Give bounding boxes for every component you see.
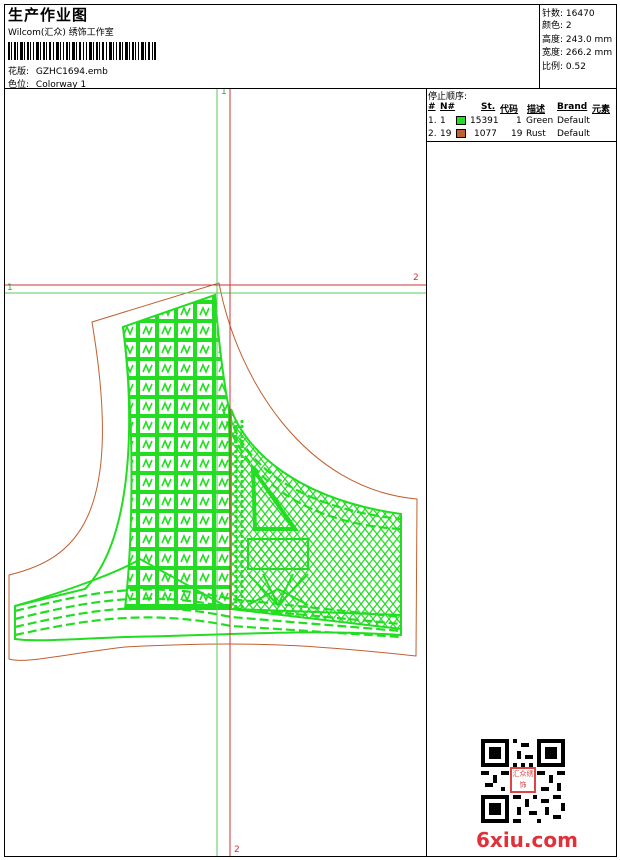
stat-scale-label: 比例: — [542, 62, 564, 72]
seal-stamp: 汇众绣饰 — [510, 767, 536, 793]
header-info: 生产作业图 Wilcom(汇众) 绣饰工作室 花版: GZHC1694.emb … — [5, 5, 540, 90]
col-index: # — [428, 102, 436, 112]
stat-colors-label: 颜色: — [542, 21, 564, 31]
guide-label-h2: 2 — [413, 273, 419, 283]
stat-height-value: 243.0 mm — [565, 35, 613, 45]
col-element: 元素 — [592, 105, 611, 115]
row-stitches: 15391 — [470, 116, 499, 126]
stat-scale-value: 0.52 — [565, 62, 586, 72]
color-swatch-green — [456, 116, 466, 125]
row-code: 19 — [511, 129, 523, 139]
col-stitches: St. — [481, 102, 496, 112]
col-description: 描述 — [527, 105, 546, 115]
guide-label-h1: 1 — [7, 283, 13, 293]
green-left-arm — [14, 326, 131, 607]
stat-height-label: 高度: — [542, 35, 564, 45]
col-needle: N# — [440, 102, 456, 112]
stat-colors: 颜色: 2 — [542, 18, 572, 31]
green-grid-fill — [121, 293, 233, 610]
row-description: Rust — [526, 129, 546, 139]
barcode — [8, 42, 156, 60]
row-description: Green — [526, 116, 554, 126]
design-stats: 针数: 16470 颜色: 2 高度: 243.0 mm 宽度: 266.2 m… — [540, 5, 616, 88]
row-index: 1. — [428, 116, 437, 126]
stat-height: 高度: 243.0 mm — [542, 32, 612, 45]
guide-label-v1: 1 — [221, 89, 227, 97]
watermark-logo: 6xiu.com — [476, 828, 578, 852]
stat-width-label: 宽度: — [542, 48, 564, 58]
row-index: 2. — [428, 129, 437, 139]
company-name: Wilcom(汇众) 绣饰工作室 — [8, 28, 114, 38]
row-stitches: 1077 — [474, 129, 497, 139]
stop-order-title: 停止顺序: — [428, 92, 468, 102]
stat-width: 宽度: 266.2 mm — [542, 45, 612, 58]
page-title: 生产作业图 — [8, 6, 89, 24]
row-brand: Default — [557, 116, 590, 126]
table-divider — [427, 141, 616, 142]
embroidery-preview — [5, 89, 426, 856]
stat-colors-value: 2 — [565, 21, 572, 31]
row-brand: Default — [557, 129, 590, 139]
col-code: 代码 — [500, 105, 519, 115]
design-canvas: 1 1 2 2 — [5, 89, 426, 856]
design-value: GZHC1694.emb — [35, 67, 108, 77]
guide-label-v2: 2 — [234, 845, 240, 855]
row-needle: 19 — [440, 129, 452, 139]
design-label: 花版: — [8, 67, 30, 77]
row-needle: 1 — [440, 116, 446, 126]
color-swatch-rust — [456, 129, 466, 138]
col-brand: Brand — [557, 102, 588, 112]
design-row: 花版: GZHC1694.emb — [8, 64, 108, 77]
panel-divider — [426, 89, 427, 856]
stat-scale: 比例: 0.52 — [542, 59, 586, 72]
stat-width-value: 266.2 mm — [565, 48, 613, 58]
row-code: 1 — [516, 116, 522, 126]
